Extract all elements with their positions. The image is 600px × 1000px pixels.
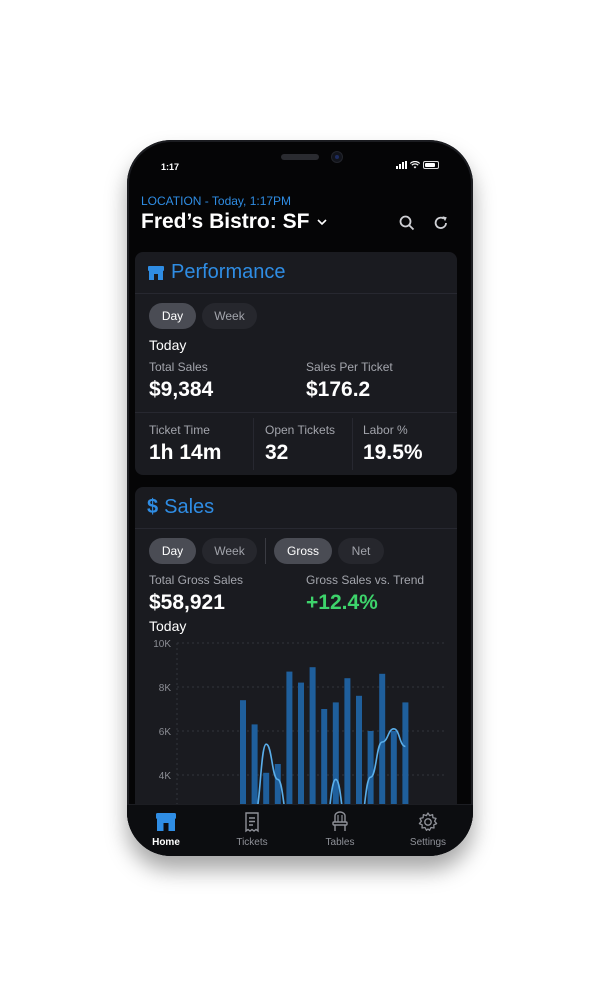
- store-icon: [156, 813, 176, 831]
- sales-tab-day[interactable]: Day: [149, 538, 196, 564]
- chair-icon: [332, 811, 348, 831]
- vs-trend-label: Gross Sales vs. Trend: [306, 573, 425, 587]
- location-selector[interactable]: Fred’s Bistro: SF: [141, 210, 329, 234]
- sales-header: $ Sales: [135, 487, 457, 529]
- chart-bar: [240, 700, 246, 817]
- tab-label: Settings: [409, 837, 447, 848]
- open-tickets-value: 32: [265, 441, 289, 464]
- performance-title: Performance: [171, 261, 286, 283]
- divider: [265, 538, 266, 564]
- tab-label: Tables: [325, 837, 355, 848]
- chart-bar: [344, 678, 351, 817]
- tab-bar: Home Tickets Tables Settings: [127, 804, 473, 856]
- ticket-time-value: 1h 14m: [149, 441, 222, 464]
- chevron-down-icon: [317, 219, 327, 226]
- performance-tab-week[interactable]: Week: [202, 303, 257, 329]
- tab-label: Home: [152, 837, 180, 848]
- total-gross-label: Total Gross Sales: [149, 573, 244, 587]
- sales-chart: 10K 8K 6K 4K: [153, 639, 445, 817]
- chart-bar: [309, 667, 316, 817]
- vs-trend-value: +12.4%: [306, 591, 378, 614]
- chart-bar: [321, 709, 328, 817]
- total-gross-period: Today: [149, 618, 187, 634]
- battery-icon: [423, 161, 439, 169]
- total-sales-label: Total Sales: [149, 360, 208, 374]
- signal-icon: [396, 161, 407, 169]
- tab-home[interactable]: Home: [131, 811, 201, 851]
- performance-header: Performance: [135, 252, 457, 294]
- performance-card: Performance Day Week Today Total Sales $…: [135, 252, 457, 475]
- status-time: 1:17: [161, 162, 180, 172]
- chart-bar: [402, 702, 409, 817]
- chart-y-tick: 8K: [159, 683, 172, 694]
- performance-tab-day[interactable]: Day: [149, 303, 196, 329]
- tab-tables[interactable]: Tables: [305, 811, 375, 851]
- dollar-icon: $: [147, 496, 159, 518]
- divider: [352, 418, 353, 470]
- chart-bar: [298, 682, 304, 817]
- status-bar: 1:17: [127, 158, 473, 174]
- sales-per-ticket-value: $176.2: [306, 378, 371, 401]
- chart-bar: [332, 702, 339, 817]
- sales-tab-week[interactable]: Week: [202, 538, 257, 564]
- chart-y-tick: 6K: [159, 727, 172, 738]
- gear-icon: [418, 812, 438, 831]
- tab-tickets[interactable]: Tickets: [217, 811, 287, 851]
- labor-value: 19.5%: [363, 441, 423, 464]
- sales-card: $ Sales Day Week Gross Net Total Gross S…: [135, 487, 457, 817]
- wifi-icon: [410, 161, 420, 169]
- chart-bar: [286, 671, 293, 817]
- store-icon: [148, 265, 164, 280]
- performance-period: Today: [149, 337, 187, 353]
- divider: [253, 418, 254, 470]
- sales-per-ticket-label: Sales Per Ticket: [306, 360, 393, 374]
- labor-label: Labor %: [363, 423, 408, 437]
- chart-bar: [356, 695, 362, 817]
- search-icon[interactable]: [398, 214, 416, 232]
- divider: [135, 412, 457, 413]
- location-subtitle: LOCATION - Today, 1:17PM: [141, 194, 292, 208]
- chart-y-tick: 10K: [153, 639, 171, 650]
- tab-label: Tickets: [236, 837, 268, 848]
- phone-frame: 1:17 LOCATION - Today, 1:17PM Fred’s Bis…: [127, 140, 473, 856]
- receipt-icon: [245, 812, 259, 833]
- open-tickets-label: Open Tickets: [265, 423, 336, 437]
- sales-tab-gross[interactable]: Gross: [274, 538, 332, 564]
- total-gross-value: $58,921: [149, 591, 225, 614]
- sales-tab-net[interactable]: Net: [338, 538, 384, 564]
- chart-y-tick: 4K: [159, 771, 172, 782]
- tab-settings[interactable]: Settings: [393, 811, 463, 851]
- refresh-icon[interactable]: [432, 214, 450, 232]
- sales-title: Sales: [164, 496, 215, 518]
- status-icons: [396, 161, 439, 169]
- ticket-time-label: Ticket Time: [149, 423, 210, 437]
- page-title: Fred’s Bistro: SF: [141, 210, 310, 233]
- total-sales-value: $9,384: [149, 378, 214, 401]
